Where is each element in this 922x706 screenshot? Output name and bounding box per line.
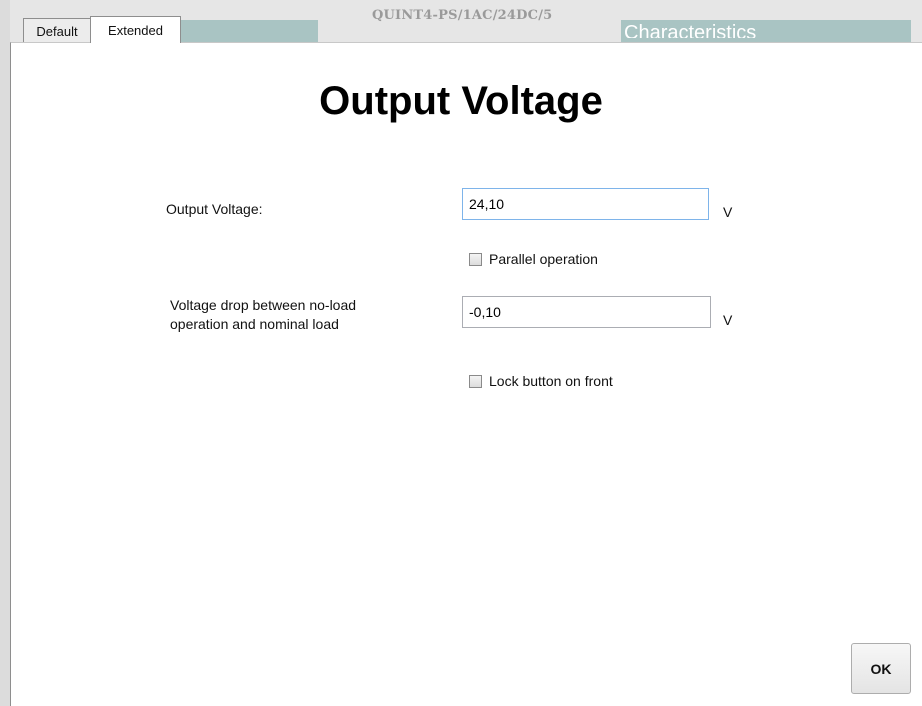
output-voltage-input[interactable] bbox=[462, 188, 709, 220]
lock-button-checkbox[interactable] bbox=[469, 374, 482, 388]
parallel-operation-label: Parallel operation bbox=[489, 251, 598, 267]
voltage-drop-unit: V bbox=[723, 312, 733, 328]
dialog-heading: Output Voltage bbox=[319, 79, 603, 123]
background-header-strip bbox=[181, 20, 318, 42]
parallel-operation-checkbox[interactable] bbox=[469, 252, 482, 266]
output-voltage-label: Output Voltage: bbox=[166, 201, 263, 217]
output-voltage-dialog bbox=[10, 42, 922, 706]
voltage-drop-input[interactable] bbox=[462, 296, 711, 328]
tab-default[interactable]: Default bbox=[23, 18, 91, 43]
voltage-drop-label-line1: Voltage drop between no-load bbox=[170, 297, 357, 313]
parallel-operation-checkbox-row[interactable]: Parallel operation bbox=[469, 251, 598, 267]
voltage-drop-label-line2: operation and nominal load bbox=[170, 316, 339, 332]
lock-button-label: Lock button on front bbox=[489, 373, 613, 389]
output-voltage-unit: V bbox=[723, 204, 733, 220]
lock-button-checkbox-row[interactable]: Lock button on front bbox=[469, 373, 613, 389]
ok-button[interactable]: OK bbox=[851, 643, 911, 694]
product-title: QUINT4-PS/1AC/24DC/5 bbox=[372, 8, 553, 23]
characteristics-header: Characteristics bbox=[624, 22, 757, 38]
tab-extended[interactable]: Extended bbox=[90, 16, 181, 43]
